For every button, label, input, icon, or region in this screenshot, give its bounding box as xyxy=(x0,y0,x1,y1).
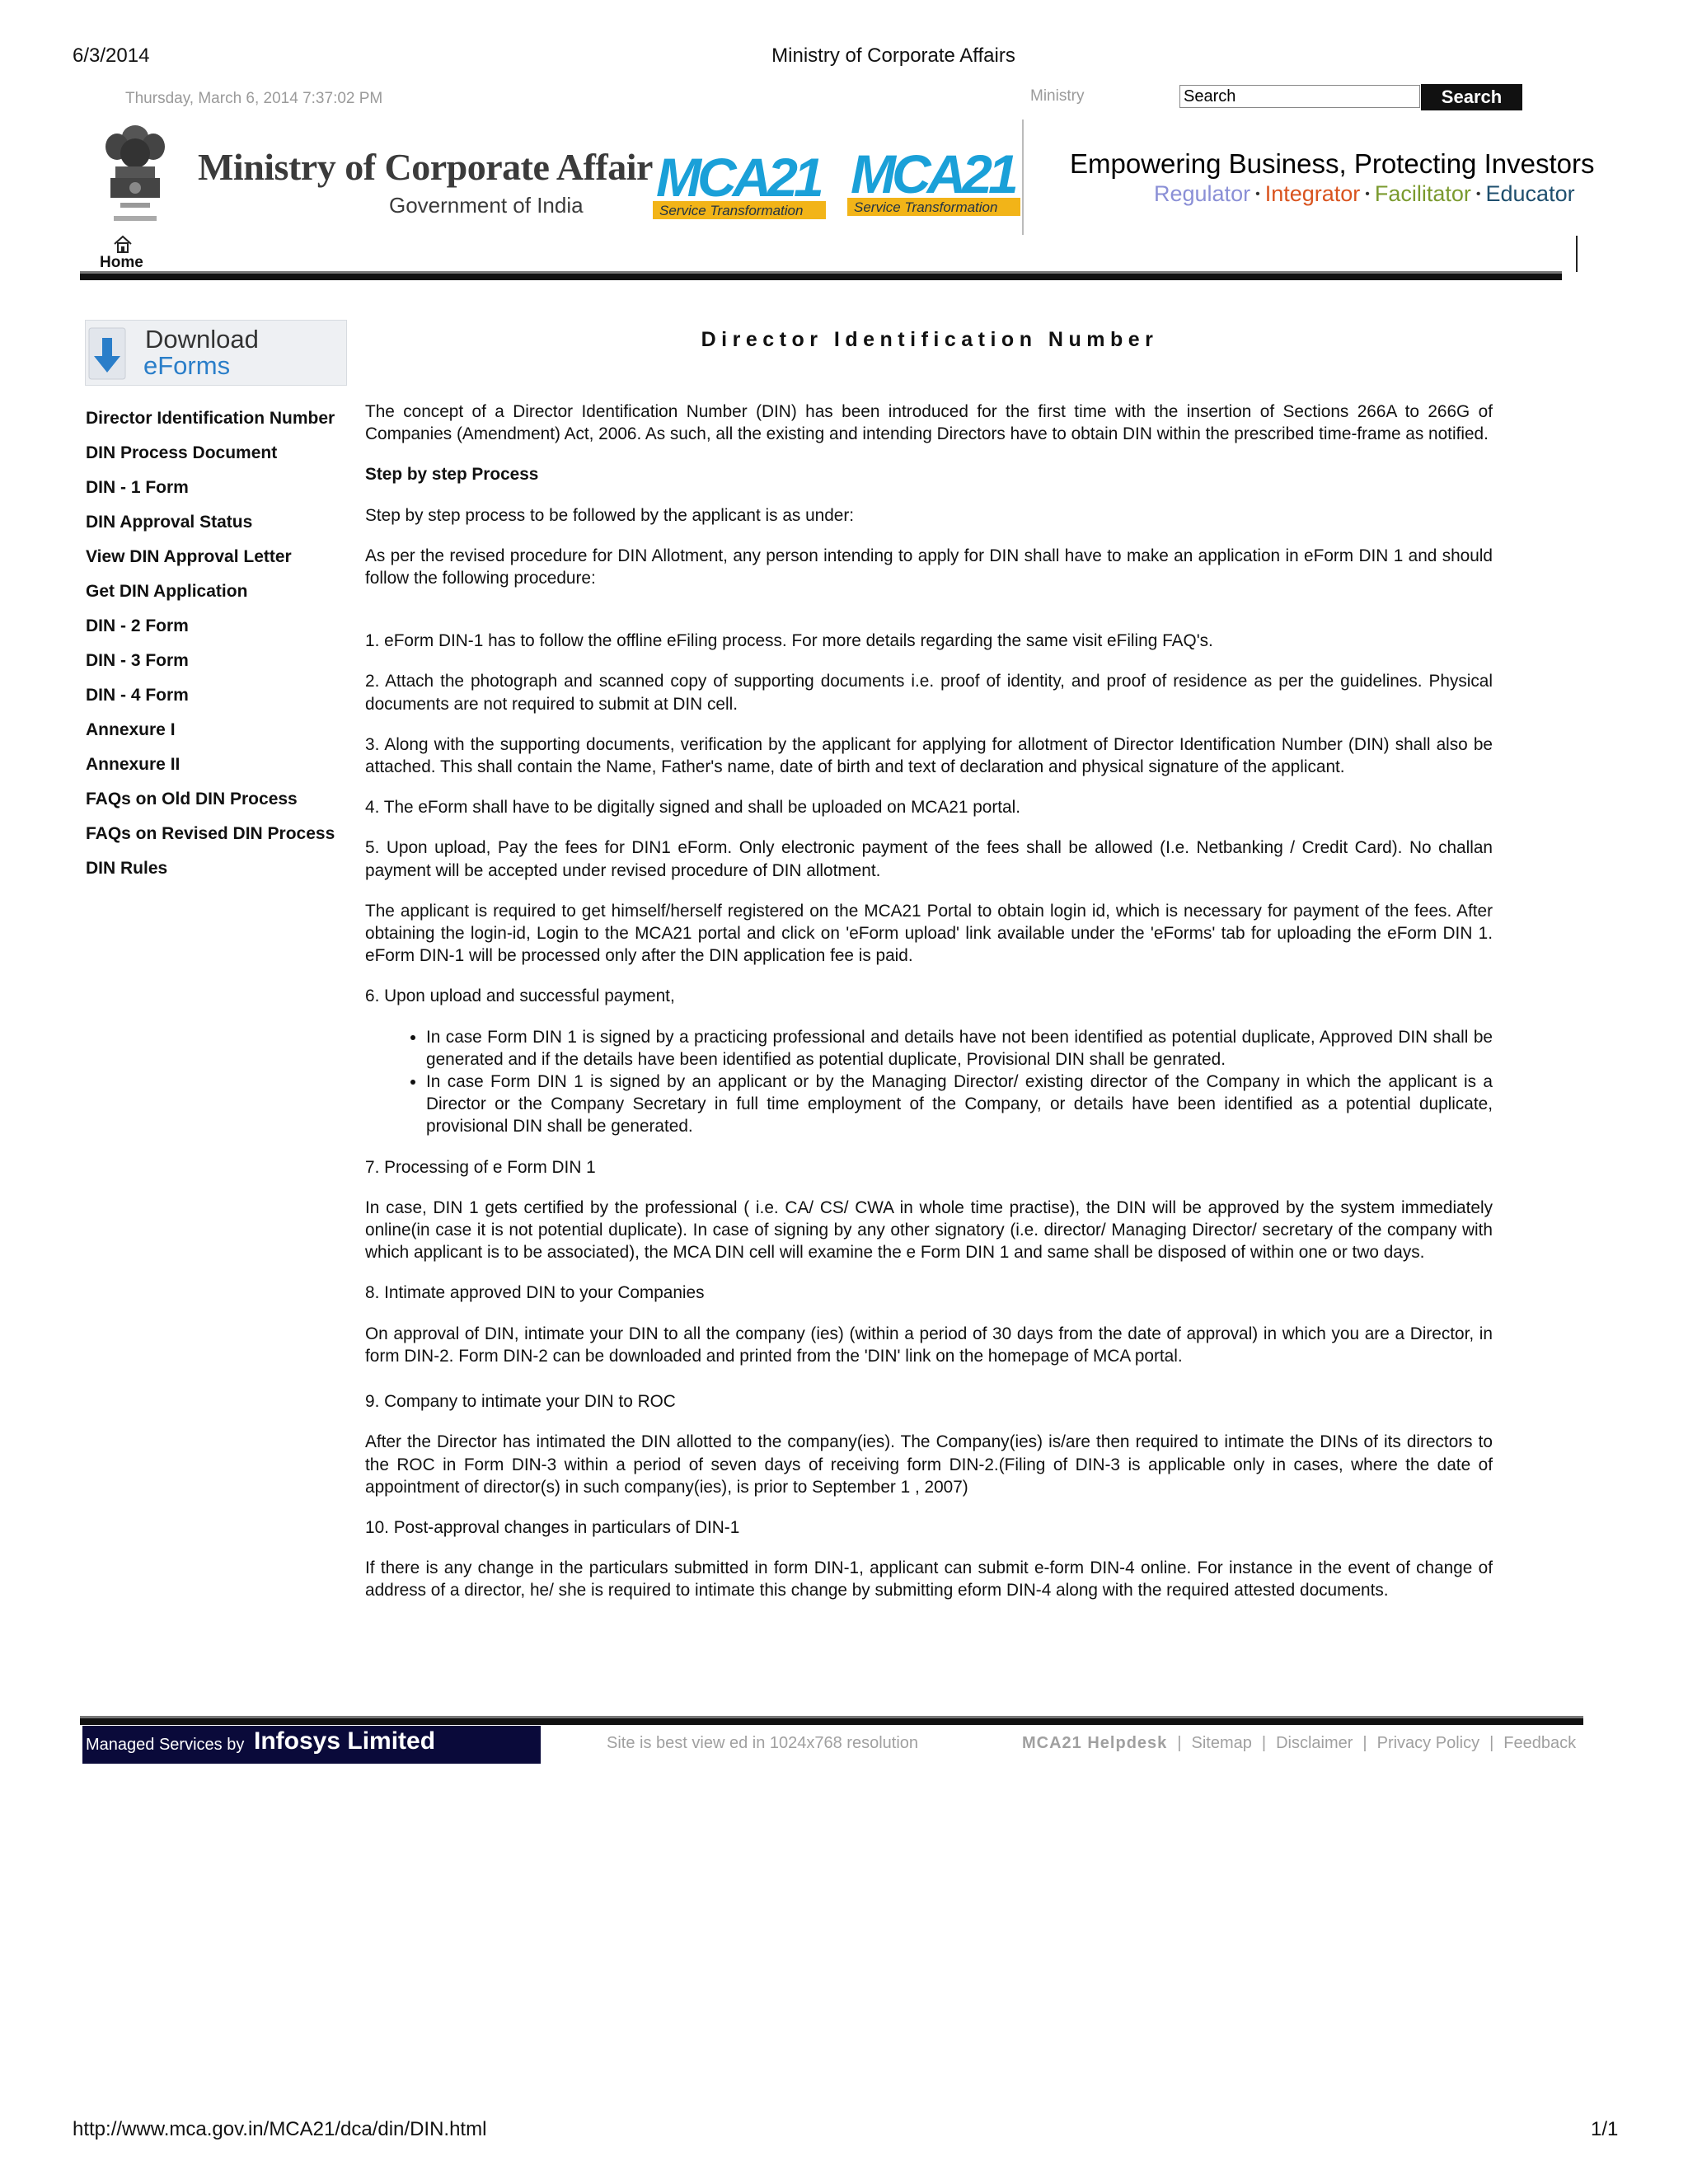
tagline: Empowering Business, Protecting Investor… xyxy=(1070,148,1595,179)
sidebar-item-director-identification-number[interactable]: Director Identification Number xyxy=(86,408,349,443)
list-item: In case Form DIN 1 is signed by an appli… xyxy=(426,1071,1493,1138)
step-5-detail: The applicant is required to get himself… xyxy=(365,901,1493,966)
mca21-logo-caption: Service Transformation xyxy=(659,203,803,218)
footer-link-sitemap[interactable]: Sitemap xyxy=(1191,1734,1251,1752)
sidebar-item-faqs-old-din[interactable]: FAQs on Old DIN Process xyxy=(86,789,349,823)
sidebar-item-view-din-approval-letter[interactable]: View DIN Approval Letter xyxy=(86,546,349,581)
mca21-logo: MCA21 Service Transformation xyxy=(847,142,1020,216)
search-input[interactable] xyxy=(1179,85,1420,108)
home-icon[interactable] xyxy=(113,234,133,254)
step-heading: Step by step Process xyxy=(365,465,539,485)
link-separator: | xyxy=(1261,1734,1267,1752)
ministry-link[interactable]: Ministry xyxy=(1030,87,1084,105)
page-title: Director Identification Number xyxy=(701,328,1159,351)
intro-paragraph: The concept of a Director Identification… xyxy=(365,402,1493,444)
step-5: 5. Upon upload, Pay the fees for DIN1 eF… xyxy=(365,838,1493,880)
link-separator: | xyxy=(1489,1734,1494,1752)
sidebar-nav: Director Identification Number DIN Proce… xyxy=(86,408,349,893)
best-viewed-note: Site is best view ed in 1024x768 resolut… xyxy=(607,1734,919,1752)
footer-link-disclaimer[interactable]: Disclaimer xyxy=(1276,1734,1353,1752)
footer-link-feedback[interactable]: Feedback xyxy=(1503,1734,1576,1752)
eforms-label: eForms xyxy=(143,351,231,380)
managed-by-label: Managed Services by xyxy=(86,1736,245,1754)
sidebar-item-din-4-form[interactable]: DIN - 4 Form xyxy=(86,685,349,719)
print-url: http://www.mca.gov.in/MCA21/dca/din/DIN.… xyxy=(73,2118,487,2140)
print-title: Ministry of Corporate Affairs xyxy=(771,45,1015,67)
step-intro: Step by step process to be followed by t… xyxy=(365,505,855,525)
search-button[interactable]: Search xyxy=(1421,84,1522,110)
download-label: Download xyxy=(145,325,259,354)
sidebar-item-get-din-application[interactable]: Get DIN Application xyxy=(86,581,349,616)
sidebar-item-din-rules[interactable]: DIN Rules xyxy=(86,858,349,893)
download-arrow-icon xyxy=(88,327,126,380)
footer-link-helpdesk[interactable]: MCA21 Helpdesk xyxy=(1022,1734,1167,1752)
step-6: 6. Upon upload and successful payment, xyxy=(365,987,675,1006)
sidebar-item-annexure-i[interactable]: Annexure I xyxy=(86,719,349,754)
role-regulator: Regulator xyxy=(1154,181,1251,206)
sidebar-item-din-3-form[interactable]: DIN - 3 Form xyxy=(86,650,349,685)
revised-procedure: As per the revised procedure for DIN All… xyxy=(365,546,1493,588)
text-cursor xyxy=(1576,236,1578,272)
link-separator: | xyxy=(1362,1734,1367,1752)
step-9-detail: After the Director has intimated the DIN… xyxy=(365,1432,1493,1497)
footer-link-privacy-policy[interactable]: Privacy Policy xyxy=(1377,1734,1479,1752)
step-10: 10. Post-approval changes in particulars… xyxy=(365,1517,740,1537)
sidebar-item-din-approval-status[interactable]: DIN Approval Status xyxy=(86,512,349,546)
mca21-logo: MCA21 Service Transformation xyxy=(653,145,826,219)
national-emblem-logo xyxy=(106,125,165,221)
role-educator: Educator xyxy=(1485,181,1575,206)
list-item: In case Form DIN 1 is signed by a practi… xyxy=(426,1026,1493,1071)
bullet-separator: • xyxy=(1475,187,1481,201)
main-content: The concept of a Director Identification… xyxy=(365,401,1493,1620)
mca21-logo-text: MCA21 xyxy=(656,147,822,208)
step-8-detail: On approval of DIN, intimate your DIN to… xyxy=(365,1324,1493,1366)
role-facilitator: Facilitator xyxy=(1374,181,1471,206)
header-divider-rule xyxy=(80,271,1562,280)
infosys-label: Infosys Limited xyxy=(254,1727,436,1755)
step-2: 2. Attach the photograph and scanned cop… xyxy=(365,672,1493,714)
roles-line: Regulator • Integrator • Facilitator • Educato… xyxy=(1154,181,1575,207)
mca21-logo-caption: Service Transformation xyxy=(854,199,997,215)
step-8: 8. Intimate approved DIN to your Compani… xyxy=(365,1283,705,1303)
bullet-separator: • xyxy=(1365,187,1370,201)
step-7-detail: In case, DIN 1 gets certified by the pro… xyxy=(365,1197,1493,1263)
footer-links: MCA21 Helpdesk | Sitemap | Disclaimer | Privac… xyxy=(1022,1734,1576,1753)
home-link[interactable]: Home xyxy=(100,254,143,272)
step-9: 9. Company to intimate your DIN to ROC xyxy=(365,1392,676,1412)
bullet-separator: • xyxy=(1255,187,1260,201)
link-separator: | xyxy=(1177,1734,1182,1752)
sidebar-item-din-1-form[interactable]: DIN - 1 Form xyxy=(86,477,349,512)
sidebar-item-din-process-document[interactable]: DIN Process Document xyxy=(86,443,349,477)
step-6-bullets: In case Form DIN 1 is signed by a practi… xyxy=(365,1026,1493,1138)
current-datetime: Thursday, March 6, 2014 7:37:02 PM xyxy=(125,90,383,107)
mca21-logo-text: MCA21 xyxy=(851,143,1016,204)
footer-divider-rule xyxy=(80,1716,1583,1725)
sidebar-item-faqs-revised-din[interactable]: FAQs on Revised DIN Process xyxy=(86,823,349,858)
step-7: 7. Processing of e Form DIN 1 xyxy=(365,1157,596,1177)
step-10-detail: If there is any change in the particular… xyxy=(365,1558,1493,1601)
print-page-number: 1/1 xyxy=(1591,2118,1619,2140)
header-divider xyxy=(1022,120,1024,235)
step-3: 3. Along with the supporting documents, … xyxy=(365,734,1493,777)
step-4: 4. The eForm shall have to be digitally … xyxy=(365,798,1021,818)
step-1: 1. eForm DIN-1 has to follow the offline… xyxy=(365,631,1213,651)
role-integrator: Integrator xyxy=(1264,181,1361,206)
sidebar-item-annexure-ii[interactable]: Annexure II xyxy=(86,754,349,789)
ministry-logo-subtitle: Government of India xyxy=(389,193,584,218)
sidebar-item-din-2-form[interactable]: DIN - 2 Form xyxy=(86,616,349,650)
ministry-logo-title: Ministry of Corporate Affairs xyxy=(198,146,668,188)
